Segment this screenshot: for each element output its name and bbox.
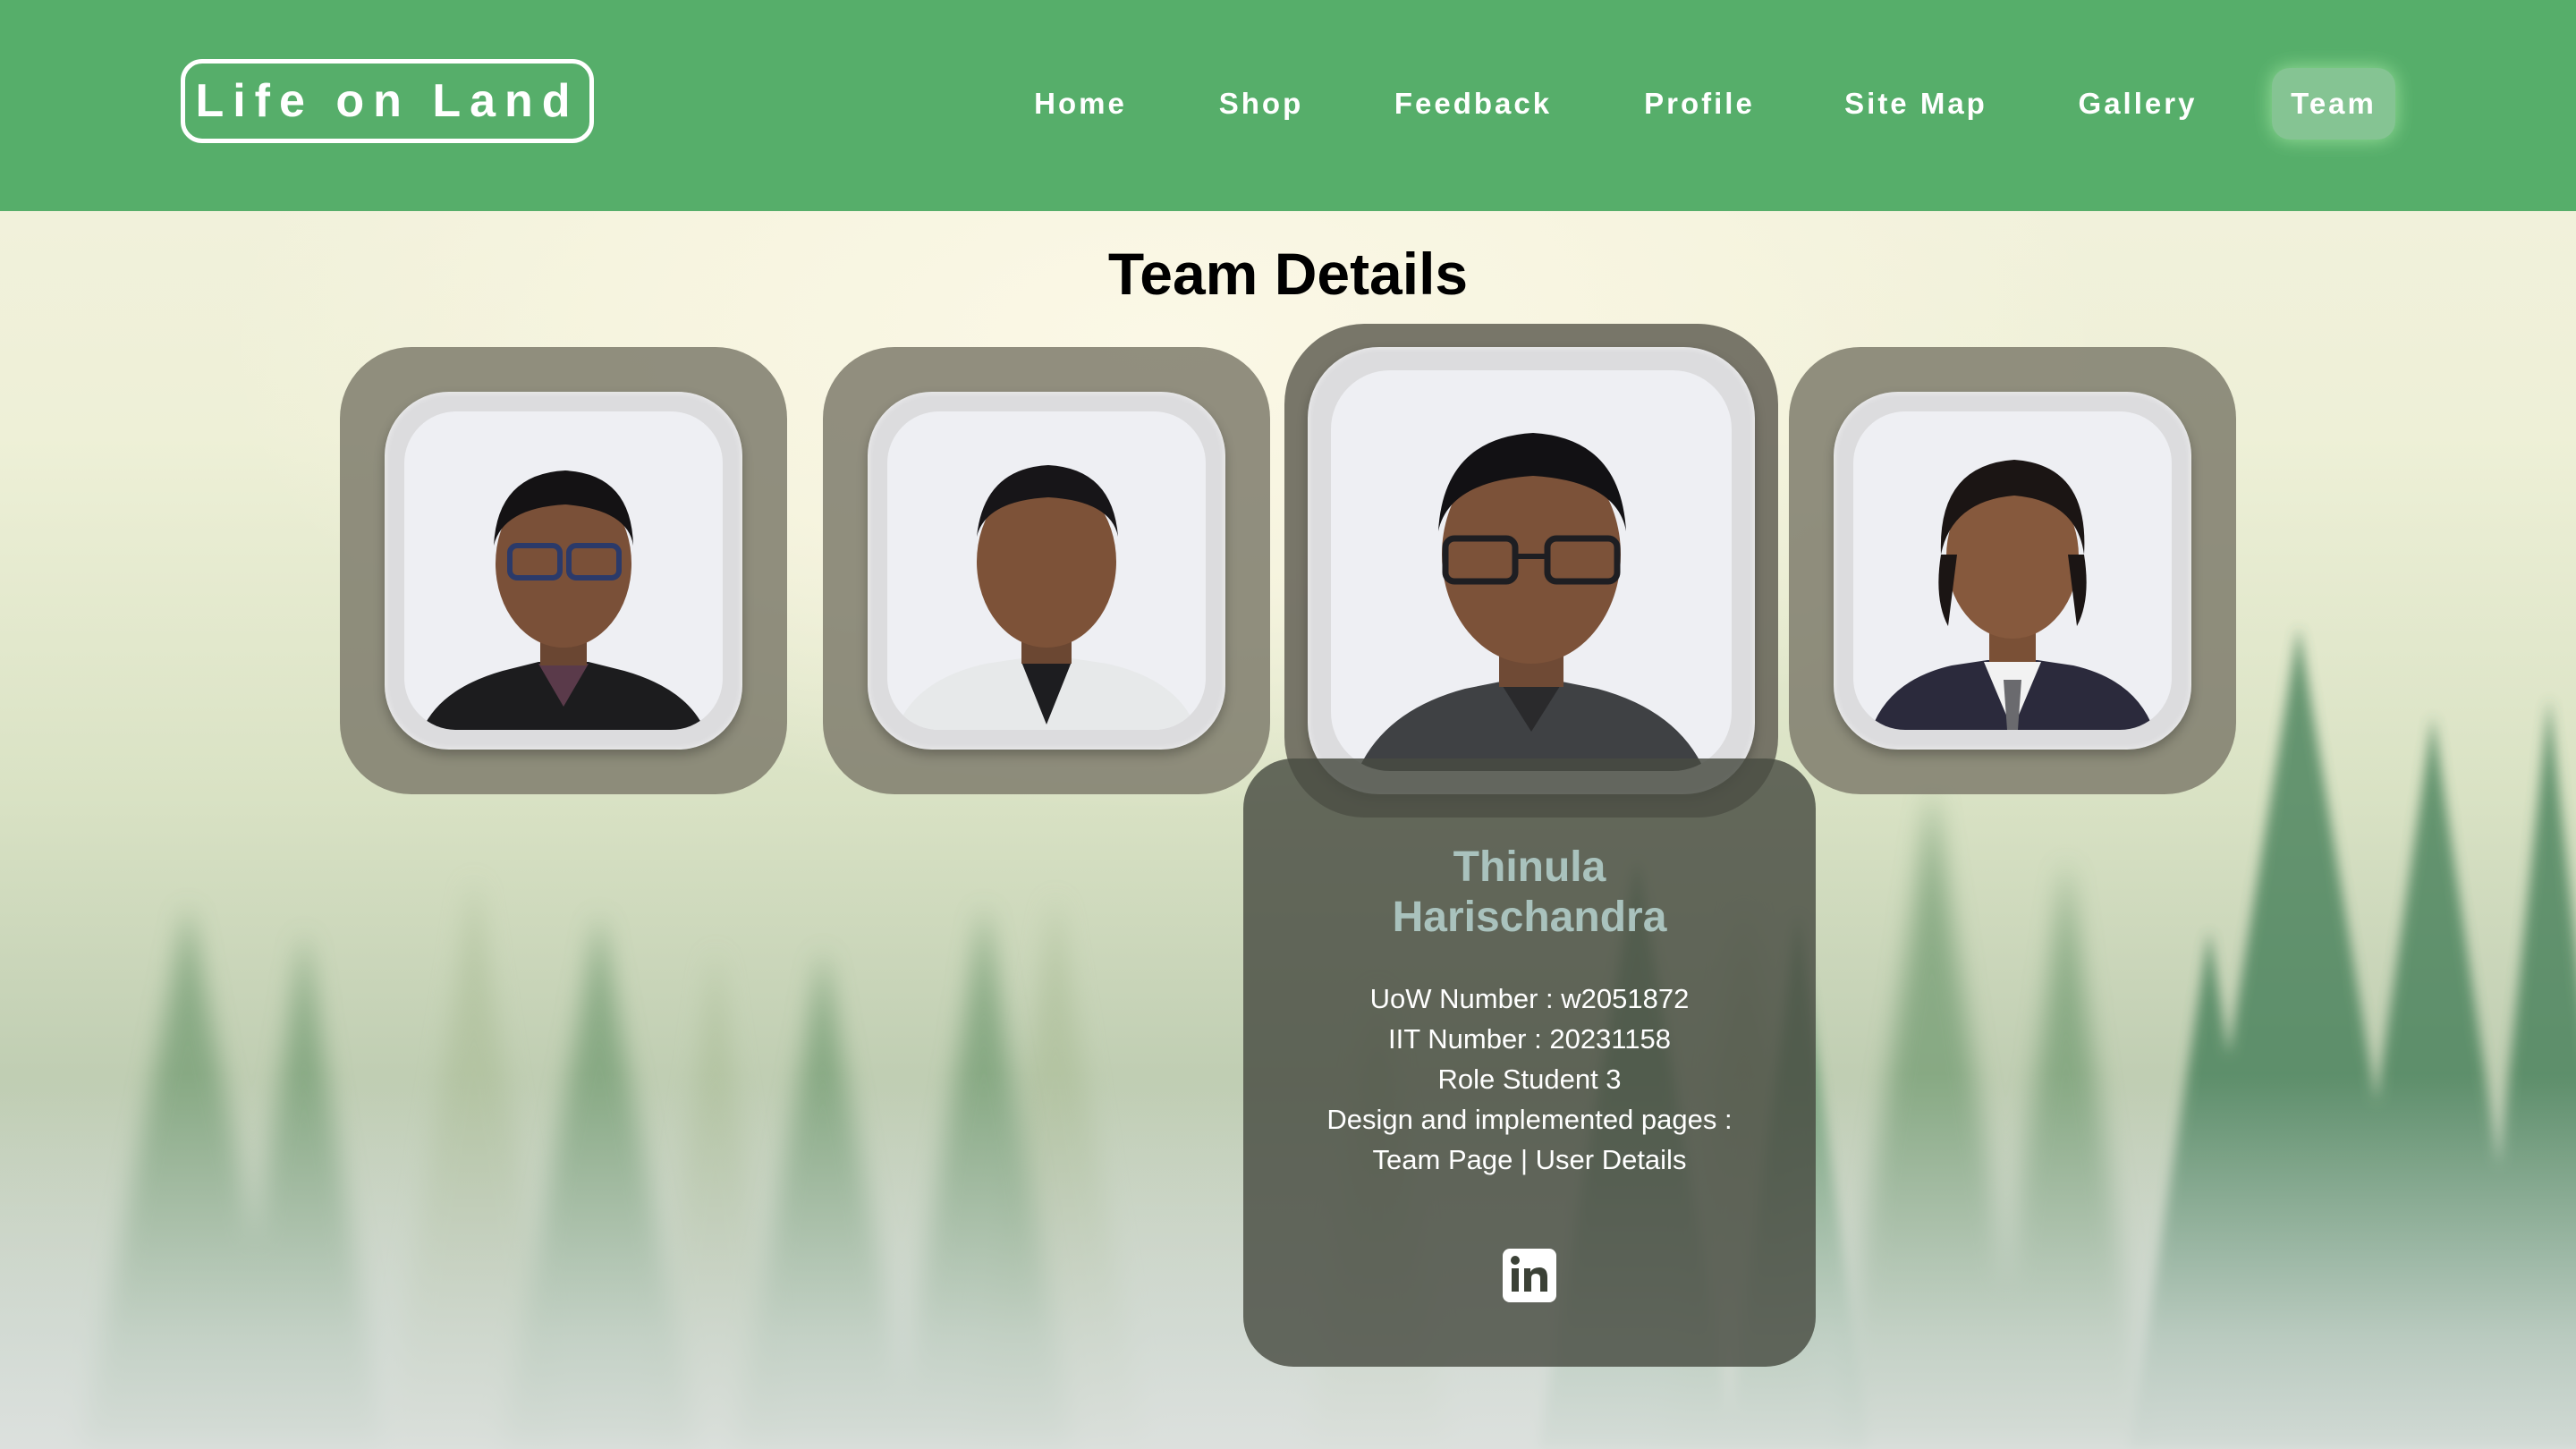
photo-frame: [385, 392, 742, 750]
iit-number: IIT Number : 20231158: [1388, 1023, 1671, 1055]
member-last-name: Harischandra: [1392, 894, 1667, 941]
member-name: Thinula Harischandra: [1243, 843, 1816, 943]
member-details: UoW Number : w2051872 IIT Number : 20231…: [1243, 979, 1816, 1180]
team-member-card[interactable]: [823, 347, 1270, 794]
member-role: Role Student 3: [1437, 1063, 1622, 1095]
member-first-name: Thinula: [1453, 843, 1606, 891]
team-member-card[interactable]: [340, 347, 787, 794]
linkedin-icon[interactable]: [1503, 1249, 1556, 1302]
photo-frame: [868, 392, 1225, 750]
nav-home-link[interactable]: Home: [1020, 68, 1141, 140]
page-title: Team Details: [1107, 241, 1469, 307]
pages-list: Team Page | User Details: [1372, 1144, 1687, 1175]
photo-frame: [1308, 347, 1755, 794]
nav-sitemap-link[interactable]: Site Map: [1834, 68, 1998, 140]
team-member-card-active[interactable]: [1284, 324, 1778, 818]
nav-gallery-link[interactable]: Gallery: [2063, 68, 2213, 140]
team-member-photo: [887, 411, 1206, 730]
team-member-photo: [404, 411, 723, 730]
team-member-card[interactable]: [1789, 347, 2236, 794]
member-info-panel: Thinula Harischandra UoW Number : w20518…: [1243, 758, 1816, 1367]
photo-frame: [1834, 392, 2191, 750]
nav-profile-link[interactable]: Profile: [1628, 68, 1771, 140]
team-member-photo: [1853, 411, 2172, 730]
top-navigation-bar: Life on Land Home Shop Feedback Profile …: [0, 0, 2576, 211]
nav-feedback-link[interactable]: Feedback: [1377, 68, 1569, 140]
uow-number: UoW Number : w2051872: [1369, 983, 1690, 1014]
nav-shop-link[interactable]: Shop: [1199, 68, 1324, 140]
pages-label: Design and implemented pages :: [1326, 1104, 1733, 1135]
team-member-photo: [1331, 370, 1732, 771]
nav-team-link[interactable]: Team: [2272, 68, 2395, 140]
site-logo[interactable]: Life on Land: [181, 59, 594, 143]
